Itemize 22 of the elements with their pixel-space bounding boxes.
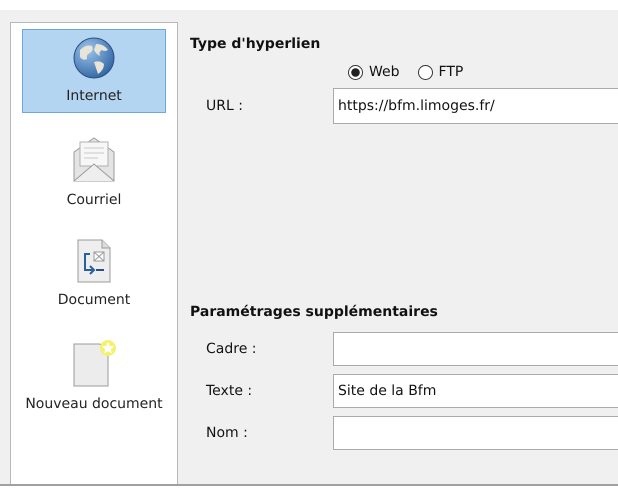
section-heading: Type d'hyperlien	[190, 36, 322, 52]
globe-icon	[72, 36, 116, 80]
sidebar-item[interactable]: Nouveau document	[22, 331, 166, 421]
radio-option[interactable]: FTP	[418, 64, 464, 80]
input-field[interactable]: Site de la Bfm	[333, 374, 618, 408]
url-label: URL :	[205, 98, 244, 114]
radio-button[interactable]	[348, 64, 363, 80]
section-heading: Paramétrages supplémentaires	[190, 304, 439, 320]
field-label: Nom :	[205, 425, 249, 441]
input-field[interactable]	[333, 332, 618, 366]
document-icon	[76, 238, 112, 284]
radio-button[interactable]	[418, 64, 433, 80]
sidebar-item[interactable]: Document	[22, 231, 166, 317]
field-label: Texte :	[205, 383, 254, 399]
field-label: Cadre :	[205, 341, 258, 357]
radio-option[interactable]: Web	[348, 64, 400, 80]
input-field[interactable]	[333, 416, 618, 450]
radio-label: Web	[369, 64, 400, 80]
sidebar-item[interactable]: Internet	[22, 29, 166, 113]
sidebar-item[interactable]: Courriel	[22, 127, 166, 217]
url-field[interactable]: https://bfm.limoges.fr/	[333, 88, 618, 124]
radio-label: FTP	[438, 64, 464, 80]
